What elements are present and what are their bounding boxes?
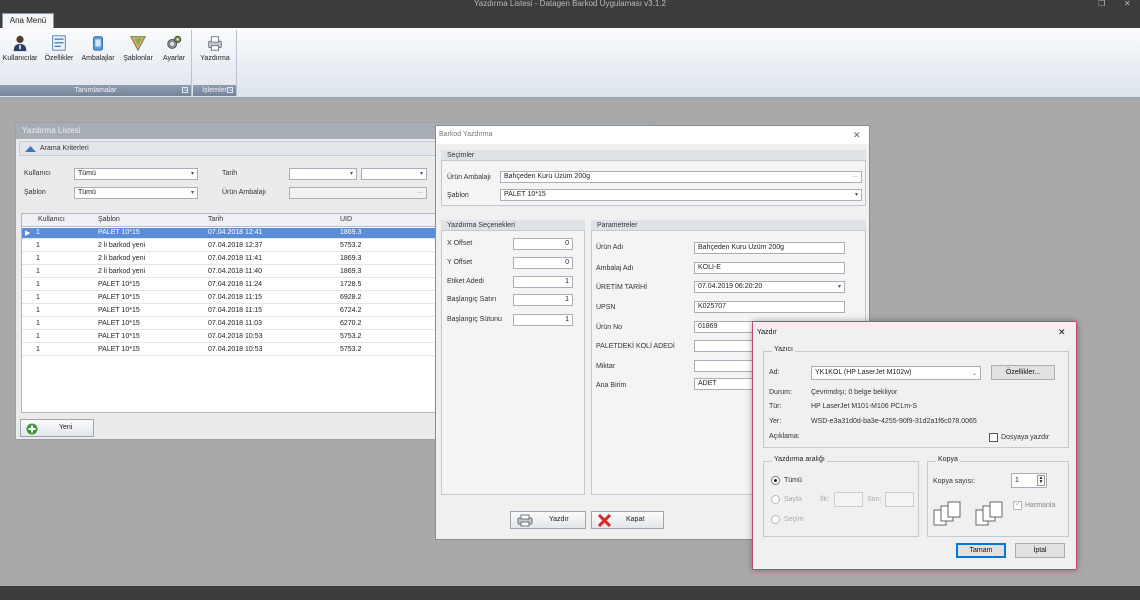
properties-icon <box>52 35 66 51</box>
spinner-icon[interactable]: ▲ ▼ <box>1037 475 1045 486</box>
options-header: Yazdırma Seçenekleri <box>441 220 585 231</box>
template-icon <box>130 36 146 52</box>
col-kullanici[interactable]: Kullanıcı <box>38 216 65 223</box>
chevron-down-icon: ▾ <box>837 284 841 290</box>
ambalaj-adi-input[interactable]: KOLİ-E <box>694 262 845 274</box>
params-header: Parametreler <box>591 220 866 231</box>
copies-input[interactable]: 1 ▲ ▼ <box>1011 473 1047 488</box>
etiket-adedi-input[interactable]: 1 <box>513 276 573 288</box>
range-pages-radio[interactable] <box>771 495 780 504</box>
add-icon <box>26 423 38 435</box>
col-tarih[interactable]: Tarih <box>208 216 223 223</box>
printer-location: WSD-e3a31d0d-ba3e-4255-90f9-31d2a1f6c078… <box>811 418 977 425</box>
ozellikler-button[interactable]: Özellikler <box>41 34 77 62</box>
x-offset-input[interactable]: 0 <box>513 238 573 250</box>
dialog-launcher-icon[interactable]: ↘ <box>182 87 188 93</box>
chevron-down-icon: ⌄ <box>971 371 977 377</box>
urun-ambalaji-label: Ürün Ambalajı <box>222 189 266 196</box>
col-sablon[interactable]: Şablon <box>98 216 120 223</box>
ambalajlar-button[interactable]: Ambalajlar <box>79 34 117 62</box>
printer-type: HP LaserJet M101-M106 PCLm-S <box>811 403 918 410</box>
uretim-tarihi-select[interactable]: 07.04.2019 06:20:20 ▾ <box>694 281 845 293</box>
ok-button[interactable]: Tamam <box>956 543 1006 558</box>
urun-ambalaji-field[interactable]: Bahçeden Kuru Üzüm 200g ··· <box>500 171 862 183</box>
barkod-title: Barkod Yazdırma <box>439 131 493 138</box>
collapse-up-icon <box>25 146 36 152</box>
tarih-start-select[interactable]: ▾ <box>289 168 357 180</box>
kullanicilar-button[interactable]: Kullanıcılar <box>2 34 38 62</box>
urun-ambalaji-select[interactable]: ··· <box>289 187 427 199</box>
chevron-down-icon: ▾ <box>349 171 353 177</box>
tarih-label: Tarih <box>222 170 238 177</box>
col-uid[interactable]: UID <box>340 216 352 223</box>
properties-button[interactable]: Özellikler... <box>991 365 1055 380</box>
kullanici-select[interactable]: Tümü ▾ <box>74 168 198 180</box>
ribbon-group-label: İşlemler ↘ <box>193 85 236 96</box>
tarih-end-select[interactable]: ▾ <box>361 168 427 180</box>
y-offset-input[interactable]: 0 <box>513 257 573 269</box>
sablon-label: Şablon <box>24 189 46 196</box>
close-icon[interactable]: ✕ <box>853 130 861 141</box>
urun-ambalaji-label: Ürün Ambalajı <box>447 174 491 181</box>
ribbon-group-label: Tanımlamalar ↘ <box>0 85 191 96</box>
secimler-header: Seçimler <box>441 150 866 161</box>
barkod-title-bar: Barkod Yazdırma ✕ <box>436 126 869 144</box>
ribbon: Kullanıcılar Özellikler Ambalajlar Şablo… <box>0 28 1140 98</box>
yazdirma-button[interactable]: Yazdırma <box>197 34 233 62</box>
page-to-input[interactable] <box>885 492 914 507</box>
page-from-input[interactable] <box>834 492 863 507</box>
restore-icon[interactable]: ❐ <box>1098 0 1105 8</box>
baslangic-sutunu-input[interactable]: 1 <box>513 314 573 326</box>
kullanici-label: Kullanıcı <box>24 170 51 177</box>
chevron-down-icon: ▾ <box>854 192 858 198</box>
users-icon <box>13 35 27 52</box>
row-indicator-icon: ▶ <box>25 230 31 237</box>
print-dialog: Yazdır ✕ Yazıcı Ad: YK1KOL (HP LaserJet … <box>752 321 1077 570</box>
collate-pages-icon <box>975 501 1003 526</box>
chevron-down-icon: ▾ <box>419 171 423 177</box>
sablon-select[interactable]: PALET 10*15 ▾ <box>500 189 862 201</box>
ayarlar-button[interactable]: Ayarlar <box>158 34 190 62</box>
range-all-radio[interactable] <box>771 476 780 485</box>
ribbon-group-tanimlamalar: Kullanıcılar Özellikler Ambalajlar Şablo… <box>0 30 192 96</box>
yazdir-button[interactable]: Yazdır <box>510 511 586 529</box>
yeni-button[interactable]: Yeni <box>20 419 94 437</box>
urun-adi-input[interactable]: Bahçeden Kuru Üzüm 200g <box>694 242 845 254</box>
ribbon-tab-strip: Ana Menü <box>0 10 1140 28</box>
collate-checkbox[interactable] <box>1013 499 1022 510</box>
printer-icon <box>208 36 222 51</box>
printer-status: Çevrimdışı; 0 belge bekliyor <box>811 389 898 396</box>
tab-ana-menu[interactable]: Ana Menü <box>2 13 54 28</box>
print-to-file-checkbox[interactable] <box>989 433 998 442</box>
cancel-button[interactable]: İptal <box>1015 543 1065 558</box>
collate-pages-icon <box>933 501 961 526</box>
window-title-bar: Yazdırma Listesi - Datagen Barkod Uygula… <box>0 0 1140 10</box>
upsn-input[interactable]: K025707 <box>694 301 845 313</box>
more-icon: ··· <box>852 174 858 180</box>
baslangic-satiri-input[interactable]: 1 <box>513 294 573 306</box>
more-icon: ··· <box>417 190 423 196</box>
chevron-down-icon: ▾ <box>190 171 194 177</box>
printer-icon <box>517 514 533 527</box>
ribbon-group-islemler: Yazdırma İşlemler ↘ <box>193 30 237 96</box>
package-icon <box>93 36 103 51</box>
status-bar <box>0 586 1140 600</box>
kapat-button[interactable]: Kapat <box>591 511 664 529</box>
chevron-down-icon: ▾ <box>190 190 194 196</box>
printer-select[interactable]: YK1KOL (HP LaserJet M102w) ⌄ <box>811 366 981 380</box>
sablonlar-button[interactable]: Şablonlar <box>120 34 156 62</box>
range-selection-radio[interactable] <box>771 515 780 524</box>
sablon-label: Şablon <box>447 192 469 199</box>
close-icon[interactable]: ✕ <box>1058 327 1066 338</box>
sablon-select[interactable]: Tümü ▾ <box>74 187 198 199</box>
dialog-launcher-icon[interactable]: ↘ <box>227 87 233 93</box>
close-icon[interactable]: ✕ <box>1124 0 1131 8</box>
close-x-icon <box>598 514 611 527</box>
window-title: Yazdırma Listesi - Datagen Barkod Uygula… <box>474 0 666 8</box>
print-dialog-title: Yazdır <box>757 329 777 336</box>
gears-icon <box>167 35 182 49</box>
